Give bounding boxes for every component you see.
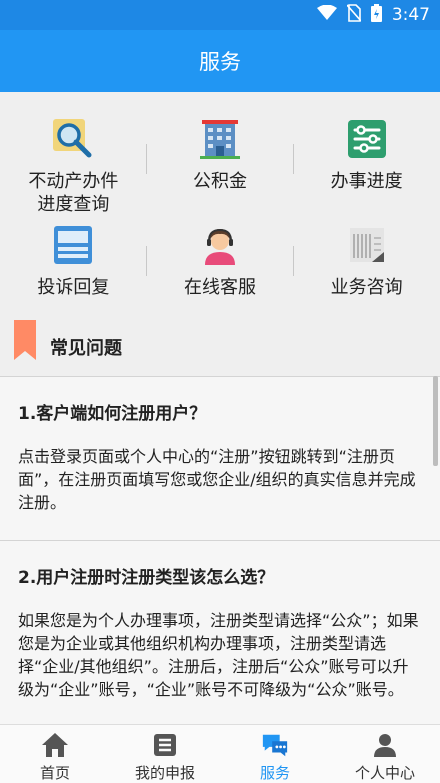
faq-answer: 如果您是为个人办理事项，注册类型请选择“公众”；如果您是为企业或其他组织机构办理… (18, 611, 419, 699)
service-housing-fund[interactable]: 公积金 (147, 118, 294, 218)
tab-profile[interactable]: 个人中心 (330, 725, 440, 783)
faq-question: 2.用户注册时注册类型该怎么选？ (18, 568, 275, 588)
tab-my-applications[interactable]: 我的申报 (110, 725, 220, 783)
status-time: 3:47 (391, 5, 430, 25)
progress-icon (346, 118, 388, 160)
home-icon (41, 732, 69, 758)
list-icon (151, 732, 179, 758)
faq-header: 常见问题 (0, 314, 440, 374)
faq-question: 1.客户端如何注册用户？ (18, 404, 207, 424)
service-progress[interactable]: 办事进度 (293, 118, 440, 218)
service-online-support[interactable]: 在线客服 (147, 224, 294, 304)
tab-services[interactable]: 服务 (220, 725, 330, 783)
bottom-tab-bar: 首页 我的申报 服务 个人中心 (0, 724, 440, 783)
faq-item[interactable]: 2.用户注册时注册类型该怎么选？ 如果您是为个人办理事项，注册类型请选择“公众”… (0, 540, 440, 724)
faq-item[interactable]: 1.客户端如何注册用户？ 点击登录页面或个人中心的“注册”按钮跳转到“注册页面”… (0, 376, 440, 540)
search-icon (52, 118, 94, 160)
grid-divider (146, 144, 147, 174)
faq-title: 常见问题 (50, 338, 122, 359)
faq-answer: 点击登录页面或个人中心的“注册”按钮跳转到“注册页面”，在注册页面填写您或您企业… (18, 447, 416, 512)
page-title: 服务 (199, 50, 241, 74)
building-icon (199, 118, 241, 160)
grid-divider (146, 246, 147, 276)
bookmark-icon (14, 320, 36, 360)
service-consultation[interactable]: 业务咨询 (293, 224, 440, 304)
grid-divider (293, 144, 294, 174)
scrollbar-thumb[interactable] (433, 376, 438, 466)
faq-list[interactable]: 1.客户端如何注册用户？ 点击登录页面或个人中心的“注册”按钮跳转到“注册页面”… (0, 376, 440, 724)
status-bar: 3:47 (0, 0, 440, 30)
agent-icon (199, 224, 241, 266)
app-bar: 服务 (0, 30, 440, 92)
service-complaint-reply[interactable]: 投诉回复 (0, 224, 147, 304)
document-icon (346, 224, 388, 266)
tab-home[interactable]: 首页 (0, 725, 110, 783)
wifi-icon (316, 4, 337, 25)
service-real-estate-progress[interactable]: 不动产办件 进度查询 (0, 118, 147, 218)
no-sim-icon (346, 4, 362, 26)
battery-icon (370, 4, 382, 26)
chat-icon (261, 732, 289, 758)
grid-divider (293, 246, 294, 276)
person-icon (371, 732, 399, 758)
services-grid: 不动产办件 进度查询 公积金 办事进度 投诉回复 在线客服 业务咨询 (0, 92, 440, 310)
keyboard-icon (52, 224, 94, 266)
